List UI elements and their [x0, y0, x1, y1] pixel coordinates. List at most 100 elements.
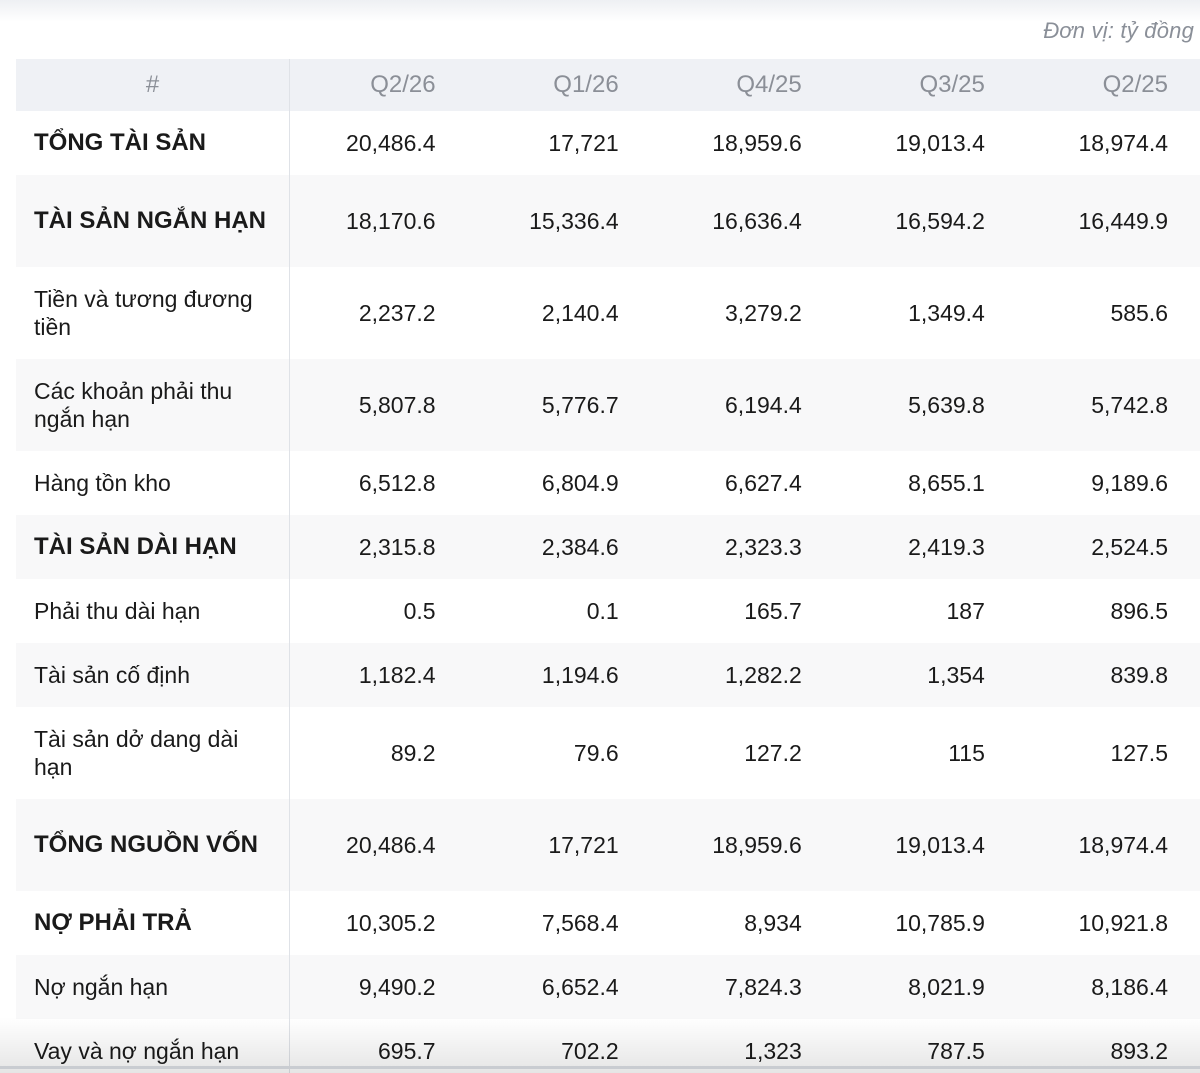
row-label: TÀI SẢN DÀI HẠN: [16, 515, 291, 579]
header-period-cell[interactable]: Q4/25: [650, 59, 834, 111]
row-label: Hàng tồn kho: [16, 451, 291, 515]
row-value: 187: [833, 579, 1017, 643]
row-value: 89.2: [289, 707, 468, 799]
row-value: 893.2: [1016, 1019, 1200, 1073]
unit-note: Đơn vị: tỷ đồng: [1043, 18, 1194, 43]
row-value: 695.7: [289, 1019, 468, 1073]
row-value: 1,349.4: [833, 267, 1017, 359]
row-label: TỔNG TÀI SẢN: [16, 111, 291, 175]
table-row[interactable]: Các khoản phải thu ngắn hạn 5,807.8 5,77…: [16, 359, 1200, 451]
row-value: 0.5: [289, 579, 468, 643]
row-value: 5,742.8: [1016, 359, 1200, 451]
row-value: 18,974.4: [1016, 111, 1200, 175]
row-label: Tiền và tương đương tiền: [16, 267, 291, 359]
row-value: 5,807.8: [289, 359, 468, 451]
row-value: 18,959.6: [650, 799, 834, 891]
row-value: 8,021.9: [833, 955, 1017, 1019]
header-period-cell[interactable]: Q2/26: [289, 59, 468, 111]
row-value: 6,652.4: [467, 955, 651, 1019]
row-value: 1,354: [833, 643, 1017, 707]
row-label: Các khoản phải thu ngắn hạn: [16, 359, 291, 451]
row-value: 10,305.2: [289, 891, 468, 955]
row-value: 6,194.4: [650, 359, 834, 451]
row-value: 6,627.4: [650, 451, 834, 515]
balance-sheet-table: # Q2/26 Q1/26 Q4/25 Q3/25 Q2/25 TỔNG TÀI…: [16, 59, 1200, 1073]
row-value: 20,486.4: [289, 111, 468, 175]
row-label: Vay và nợ ngắn hạn: [16, 1019, 291, 1073]
table-header: # Q2/26 Q1/26 Q4/25 Q3/25 Q2/25: [16, 59, 1200, 111]
row-value: 165.7: [650, 579, 834, 643]
row-value: 17,721: [467, 799, 651, 891]
row-value: 9,490.2: [289, 955, 468, 1019]
row-value: 19,013.4: [833, 799, 1017, 891]
header-row: # Q2/26 Q1/26 Q4/25 Q3/25 Q2/25: [16, 59, 1200, 111]
header-label-cell: #: [16, 59, 291, 111]
row-value: 585.6: [1016, 267, 1200, 359]
table-row[interactable]: Vay và nợ ngắn hạn 695.7 702.2 1,323 787…: [16, 1019, 1200, 1073]
row-value: 10,785.9: [833, 891, 1017, 955]
row-value: 787.5: [833, 1019, 1017, 1073]
row-value: 2,419.3: [833, 515, 1017, 579]
row-value: 839.8: [1016, 643, 1200, 707]
row-value: 16,449.9: [1016, 175, 1200, 267]
row-label: TÀI SẢN NGẮN HẠN: [16, 175, 291, 267]
table-row[interactable]: Tài sản cố định 1,182.4 1,194.6 1,282.2 …: [16, 643, 1200, 707]
row-label: Nợ ngắn hạn: [16, 955, 291, 1019]
header-period-cell[interactable]: Q2/25: [1016, 59, 1200, 111]
row-value: 127.5: [1016, 707, 1200, 799]
row-value: 79.6: [467, 707, 651, 799]
row-value: 7,824.3: [650, 955, 834, 1019]
table-body: TỔNG TÀI SẢN 20,486.4 17,721 18,959.6 19…: [16, 111, 1200, 1073]
row-value: 5,776.7: [467, 359, 651, 451]
table-row[interactable]: Phải thu dài hạn 0.5 0.1 165.7 187 896.5: [16, 579, 1200, 643]
horizontal-scrollbar[interactable]: [0, 1066, 1200, 1069]
table-row[interactable]: TỔNG NGUỒN VỐN 20,486.4 17,721 18,959.6 …: [16, 799, 1200, 891]
top-fade: [0, 0, 1200, 22]
row-value: 115: [833, 707, 1017, 799]
table-row[interactable]: Tiền và tương đương tiền 2,237.2 2,140.4…: [16, 267, 1200, 359]
row-label: Phải thu dài hạn: [16, 579, 291, 643]
row-value: 17,721: [467, 111, 651, 175]
row-value: 18,959.6: [650, 111, 834, 175]
row-value: 702.2: [467, 1019, 651, 1073]
row-label: Tài sản dở dang dài hạn: [16, 707, 291, 799]
row-value: 0.1: [467, 579, 651, 643]
row-value: 7,568.4: [467, 891, 651, 955]
row-value: 127.2: [650, 707, 834, 799]
row-value: 19,013.4: [833, 111, 1017, 175]
row-value: 6,804.9: [467, 451, 651, 515]
table-row[interactable]: NỢ PHẢI TRẢ 10,305.2 7,568.4 8,934 10,78…: [16, 891, 1200, 955]
row-label: Tài sản cố định: [16, 643, 291, 707]
table-row[interactable]: Nợ ngắn hạn 9,490.2 6,652.4 7,824.3 8,02…: [16, 955, 1200, 1019]
row-value: 2,524.5: [1016, 515, 1200, 579]
table-row[interactable]: TÀI SẢN NGẮN HẠN 18,170.6 15,336.4 16,63…: [16, 175, 1200, 267]
row-value: 896.5: [1016, 579, 1200, 643]
row-value: 8,934: [650, 891, 834, 955]
balance-sheet-table-container[interactable]: # Q2/26 Q1/26 Q4/25 Q3/25 Q2/25 TỔNG TÀI…: [16, 59, 1200, 1073]
header-period-cell[interactable]: Q3/25: [833, 59, 1017, 111]
header-period-cell[interactable]: Q1/26: [467, 59, 651, 111]
row-value: 16,636.4: [650, 175, 834, 267]
balance-sheet-page: Đơn vị: tỷ đồng # Q2/26 Q1/26 Q4/25 Q3/2…: [0, 0, 1200, 1073]
table-row[interactable]: Hàng tồn kho 6,512.8 6,804.9 6,627.4 8,6…: [16, 451, 1200, 515]
row-value: 18,170.6: [289, 175, 468, 267]
table-row[interactable]: TỔNG TÀI SẢN 20,486.4 17,721 18,959.6 19…: [16, 111, 1200, 175]
row-value: 2,140.4: [467, 267, 651, 359]
row-value: 8,186.4: [1016, 955, 1200, 1019]
row-value: 2,237.2: [289, 267, 468, 359]
row-label: NỢ PHẢI TRẢ: [16, 891, 291, 955]
row-value: 18,974.4: [1016, 799, 1200, 891]
row-value: 9,189.6: [1016, 451, 1200, 515]
row-value: 8,655.1: [833, 451, 1017, 515]
row-value: 3,279.2: [650, 267, 834, 359]
row-value: 10,921.8: [1016, 891, 1200, 955]
table-row[interactable]: TÀI SẢN DÀI HẠN 2,315.8 2,384.6 2,323.3 …: [16, 515, 1200, 579]
row-value: 6,512.8: [289, 451, 468, 515]
row-value: 20,486.4: [289, 799, 468, 891]
row-value: 2,384.6: [467, 515, 651, 579]
row-value: 5,639.8: [833, 359, 1017, 451]
row-label: TỔNG NGUỒN VỐN: [16, 799, 291, 891]
row-value: 1,182.4: [289, 643, 468, 707]
row-value: 2,323.3: [650, 515, 834, 579]
table-row[interactable]: Tài sản dở dang dài hạn 89.2 79.6 127.2 …: [16, 707, 1200, 799]
